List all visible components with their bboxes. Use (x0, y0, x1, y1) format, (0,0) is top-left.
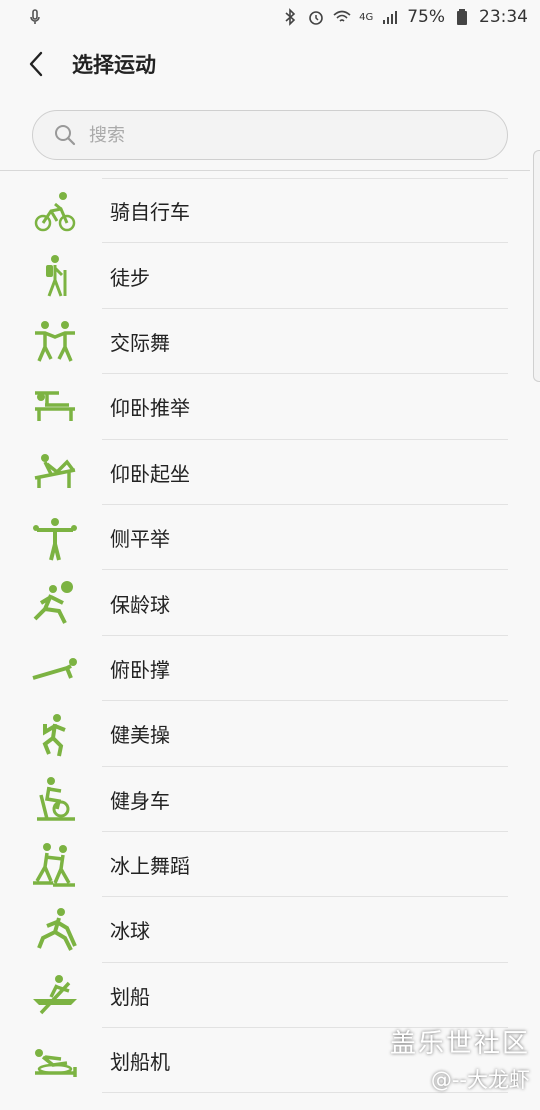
status-icons: 4G 75% 23:34 (281, 7, 528, 27)
list-item-exercise-bike[interactable]: 健身车 (0, 767, 540, 832)
list-item-aerobics[interactable]: 健美操 (0, 701, 540, 767)
lateral-raise-icon (30, 513, 80, 563)
push-up-icon (30, 643, 80, 693)
alarm-icon (307, 8, 325, 26)
rowing-icon (30, 970, 80, 1020)
bluetooth-icon (281, 8, 299, 26)
mic-icon (26, 8, 44, 26)
search-input[interactable] (87, 123, 471, 147)
list-item-label: 划船机 (110, 1050, 170, 1075)
list-item-bench-press[interactable]: 仰卧推举 (0, 374, 540, 440)
exercise-bike-icon (30, 774, 80, 824)
list-item-cycling[interactable]: 骑自行车 (0, 178, 540, 244)
ice-hockey-icon (30, 905, 80, 955)
wifi-icon (333, 8, 351, 26)
list-item-label: 交际舞 (110, 330, 170, 355)
cycling-icon (30, 186, 80, 236)
list-item-ballroom-dance[interactable]: 交际舞 (0, 309, 540, 375)
search-icon (55, 125, 76, 146)
title-bar: 选择运动 (0, 34, 540, 94)
list-item-label: 仰卧起坐 (110, 461, 190, 486)
watermark-logo: 盖乐世社区 (389, 1029, 530, 1059)
bench-press-icon (30, 382, 80, 432)
bowling-icon (30, 578, 80, 628)
aerobics-icon (30, 709, 80, 759)
ice-dance-icon (30, 840, 80, 890)
list-item-label: 健身车 (110, 788, 170, 813)
list-item-label: 仰卧推举 (110, 396, 190, 421)
sport-list: 骑自行车 徒步 交际舞 仰卧推举 仰卧起坐 侧平举 保龄球 俯卧撑 健美操 健身… (0, 178, 540, 1094)
list-item-label: 俯卧撑 (110, 657, 170, 682)
signal-icon (381, 8, 399, 26)
page-title: 选择运动 (72, 53, 156, 77)
list-item-hiking[interactable]: 徒步 (0, 243, 540, 309)
battery-percent: 75% (407, 7, 445, 27)
list-item-label: 划船 (110, 984, 150, 1009)
list-item-label: 徒步 (110, 265, 150, 290)
list-item-label: 健美操 (110, 723, 170, 748)
list-item-rowing[interactable]: 划船 (0, 963, 540, 1029)
list-item-label: 侧平举 (110, 527, 170, 552)
list-item-ice-dance[interactable]: 冰上舞蹈 (0, 832, 540, 898)
list-item-push-up[interactable]: 俯卧撑 (0, 636, 540, 702)
list-item-ice-hockey[interactable]: 冰球 (0, 897, 540, 963)
hiking-icon (30, 251, 80, 301)
header-divider (0, 170, 530, 171)
list-item-bowling[interactable]: 保龄球 (0, 570, 540, 636)
dance-icon (30, 316, 80, 366)
watermark: 盖乐世社区 @--大龙虾 (390, 1023, 530, 1094)
list-item-label: 骑自行车 (110, 200, 190, 225)
search-bar[interactable] (32, 110, 508, 160)
list-item-lateral-raise[interactable]: 侧平举 (0, 505, 540, 571)
list-item-label: 冰球 (110, 919, 150, 944)
back-arrow-icon (29, 51, 43, 77)
back-button[interactable] (8, 34, 64, 94)
status-time: 23:34 (479, 7, 528, 27)
network-type: 4G (359, 11, 374, 23)
watermark-user: @--大龙虾 (430, 1068, 530, 1092)
sit-up-icon (30, 447, 80, 497)
rowing-machine-icon (30, 1036, 80, 1086)
list-item-sit-up[interactable]: 仰卧起坐 (0, 440, 540, 505)
battery-icon (453, 8, 471, 26)
status-bar: 4G 75% 23:34 (0, 0, 540, 34)
list-item-label: 冰上舞蹈 (110, 854, 190, 879)
list-item-label: 保龄球 (110, 592, 170, 617)
